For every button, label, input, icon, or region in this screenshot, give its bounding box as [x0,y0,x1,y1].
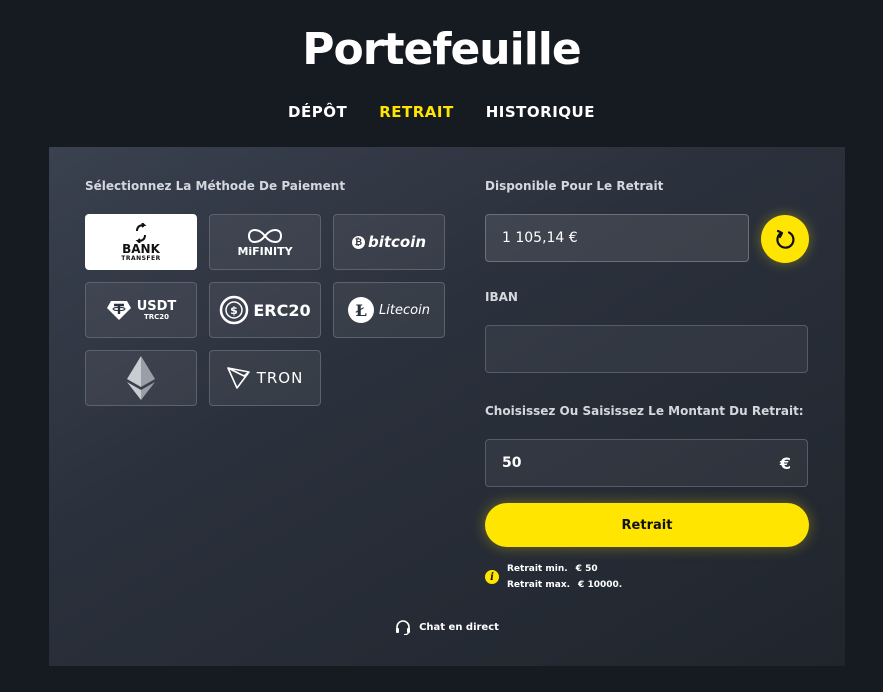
trc20-label: TRC20 [143,312,170,321]
usdt-label: USDT [136,298,177,314]
method-ethereum[interactable] [85,350,197,406]
method-erc20[interactable]: $ ERC20 [209,282,321,338]
withdraw-limits: i Retrait min. € 50 Retrait max. € 10000. [485,561,622,593]
available-label: Disponible Pour Le Retrait [485,179,664,193]
amount-label: Choisissez Ou Saisissez Le Montant Du Re… [485,404,804,418]
transfer-label: TRANSFER [121,254,161,262]
bitcoin-logo: ₿ bitcoin [351,233,427,251]
page-title: Portefeuille [302,24,581,75]
withdraw-panel: Sélectionnez La Méthode De Paiement BANK… [49,147,845,666]
tab-history[interactable]: HISTORIQUE [486,103,595,121]
method-mifinity[interactable]: MiFINITY [209,214,321,270]
tab-bar: DÉPÔT RETRAIT HISTORIQUE [0,103,883,121]
erc20-label: ERC20 [253,300,311,320]
withdraw-button[interactable]: Retrait [485,503,809,547]
payment-method-label: Sélectionnez La Méthode De Paiement [85,179,346,193]
ethereum-icon [127,356,155,400]
litecoin-icon: Ł [348,297,375,323]
infinity-icon [247,228,283,243]
usdt-logo: USDT TRC20 [106,298,177,321]
mifinity-label: MiFINITY [237,244,293,258]
tron-label: TRON [256,369,304,387]
method-bitcoin[interactable]: ₿ bitcoin [333,214,445,270]
bitcoin-label: bitcoin [367,233,427,251]
mifinity-logo: MiFINITY [237,227,293,258]
litecoin-label: Litecoin [379,302,430,318]
amount-input[interactable] [502,455,772,471]
tab-withdraw[interactable]: RETRAIT [379,103,454,121]
usdc-coin-icon: $ [220,295,249,325]
bank-transfer-icon [135,222,147,243]
min-limit-label: Retrait min. [507,564,568,574]
max-limit-label: Retrait max. [507,580,571,590]
method-litecoin[interactable]: Ł Litecoin [333,282,445,338]
live-chat-link[interactable]: Chat en direct [49,619,845,635]
live-chat-label: Chat en direct [419,621,499,633]
available-balance-value: 1 105,14 € [502,230,578,246]
litecoin-logo: Ł Litecoin [348,297,430,323]
bank-label: BANK [122,241,160,256]
tether-icon [106,301,131,320]
max-limit-row: Retrait max. € 10000. [507,577,622,593]
bitcoin-icon: ₿ [351,235,365,249]
amount-field-wrapper: € [485,439,808,487]
available-balance-field: 1 105,14 € [485,214,749,262]
refresh-balance-button[interactable] [761,215,809,263]
method-usdt-trc20[interactable]: USDT TRC20 [85,282,197,338]
iban-label: IBAN [485,290,518,304]
max-limit-value: € 10000. [578,580,623,590]
headset-icon [396,620,411,635]
amount-currency: € [779,453,791,473]
min-limit-row: Retrait min. € 50 [507,561,622,577]
info-icon: i [485,570,499,584]
erc20-logo: $ ERC20 [219,295,311,325]
svg-text:$: $ [231,304,239,317]
tron-logo: TRON [226,367,304,389]
tab-deposit[interactable]: DÉPÔT [288,103,347,121]
iban-input[interactable] [502,341,791,357]
iban-field-wrapper [485,325,808,373]
min-limit-value: € 50 [575,564,598,574]
bank-transfer-logo: BANK TRANSFER [121,222,161,262]
tron-icon [226,367,250,389]
method-tron[interactable]: TRON [209,350,321,406]
refresh-icon [776,229,795,249]
method-bank-transfer[interactable]: BANK TRANSFER [85,214,197,270]
